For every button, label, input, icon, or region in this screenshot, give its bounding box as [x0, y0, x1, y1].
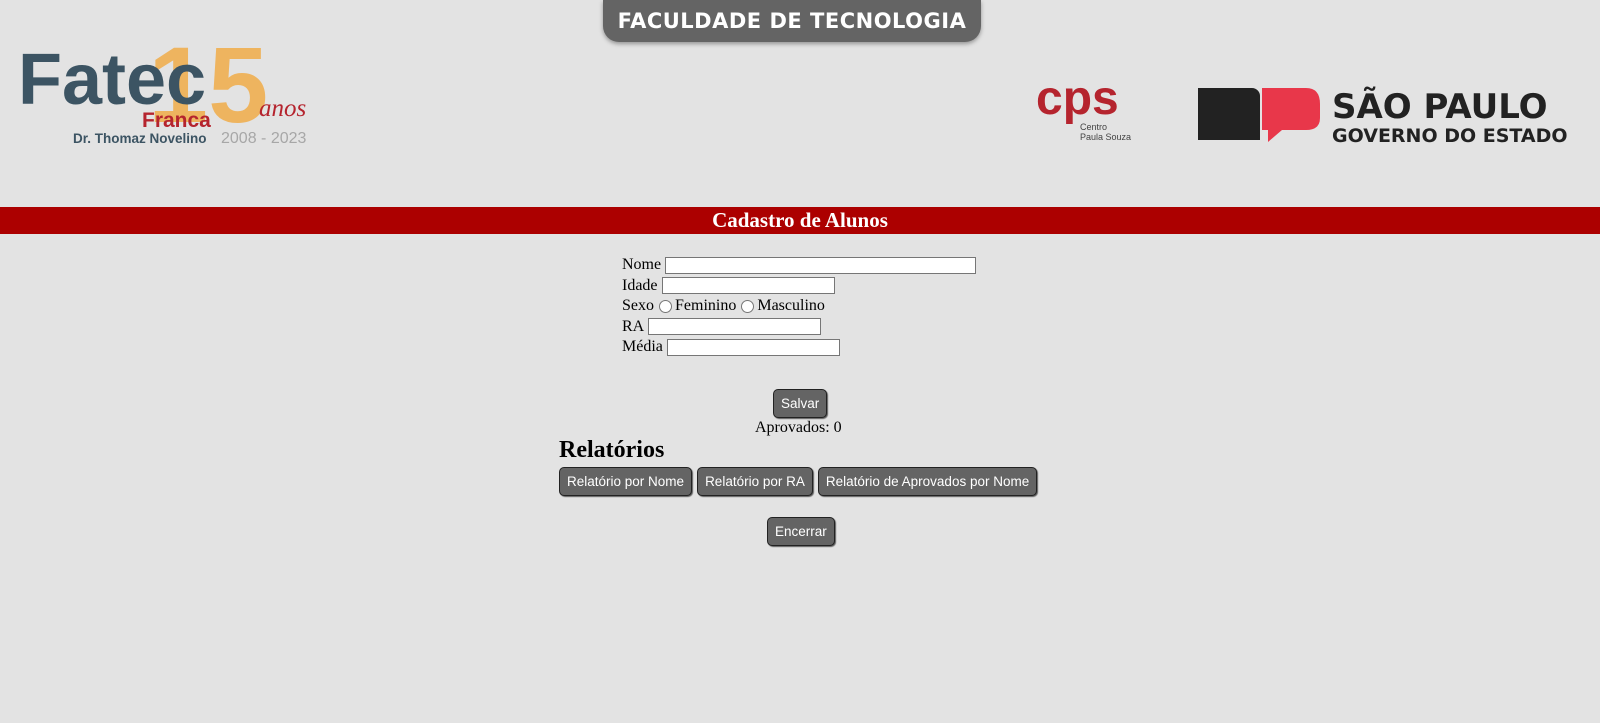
fatec-logo-patron: Dr. Thomaz Novelino	[73, 131, 207, 146]
reports-heading: Relatórios	[559, 437, 665, 463]
salvar-button[interactable]: Salvar	[773, 389, 827, 418]
sexo-row: Sexo Feminino Masculino	[622, 296, 976, 317]
report-approved-by-name-button[interactable]: Relatório de Aprovados por Nome	[817, 467, 1038, 496]
fatec-15-anos-logo: 15 Fatec anos Franca Dr. Thomaz Novelino…	[18, 40, 307, 147]
fatec-logo-years: 2008 - 2023	[221, 130, 307, 147]
institution-banner: FACULDADE DE TECNOLOGIA	[603, 0, 981, 42]
approved-count: Aprovados: 0	[755, 419, 842, 436]
centro-paula-souza-logo: cps Centro Paula Souza	[1036, 76, 1131, 142]
feminino-radio[interactable]	[659, 299, 672, 313]
idade-label: Idade	[622, 276, 658, 294]
media-label: Média	[622, 338, 663, 355]
media-input[interactable]	[666, 338, 840, 356]
student-form: Nome Idade Sexo Feminino Masculino RA Mé…	[622, 255, 977, 358]
masculino-label: Masculino	[757, 297, 825, 314]
ra-input[interactable]	[648, 318, 822, 336]
ra-label: RA	[622, 317, 645, 335]
sexo-label: Sexo	[622, 297, 654, 314]
media-row: Média	[622, 337, 976, 358]
idade-input[interactable]	[661, 277, 835, 295]
feminino-label: Feminino	[675, 297, 737, 314]
cps-logo-line1: Centro	[1080, 122, 1107, 132]
masculino-radio[interactable]	[741, 299, 755, 313]
cps-logo-line2: Paula Souza	[1080, 132, 1131, 142]
sp-logo-line1: SÃO PAULO	[1332, 86, 1548, 127]
page-title: Cadastro de Alunos	[0, 207, 1600, 234]
sp-logo-line2: GOVERNO DO ESTADO	[1332, 125, 1568, 147]
encerrar-button[interactable]: Encerrar	[767, 517, 835, 546]
sp-red-block-icon	[1262, 88, 1320, 142]
nome-input[interactable]	[665, 256, 977, 274]
fatec-logo-anos: anos	[259, 95, 306, 122]
report-by-ra-button[interactable]: Relatório por RA	[697, 467, 813, 496]
nome-label: Nome	[622, 256, 662, 273]
nome-row: Nome	[622, 255, 977, 276]
fatec-logo-city: Franca	[142, 109, 211, 132]
idade-row: Idade	[622, 276, 976, 297]
fatec-logo-name: Fatec	[18, 40, 206, 120]
ra-row: RA	[622, 317, 976, 338]
report-by-name-button[interactable]: Relatório por Nome	[559, 467, 693, 496]
cps-logo-mark: cps	[1036, 76, 1119, 125]
reports-button-group: Relatório por Nome Relatório por RA Rela…	[559, 467, 1038, 496]
sao-paulo-governo-logo: SÃO PAULO GOVERNO DO ESTADO	[1198, 86, 1568, 147]
sp-black-block-icon	[1198, 88, 1260, 140]
